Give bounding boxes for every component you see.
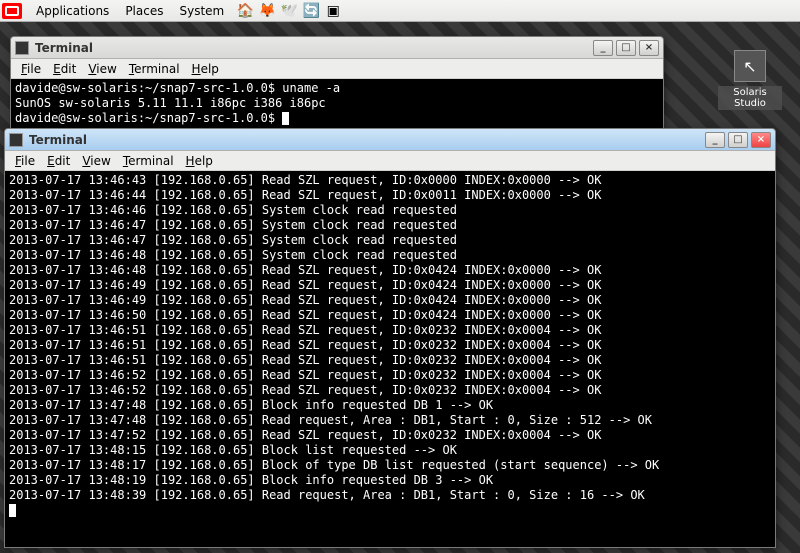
terminal-icon bbox=[9, 133, 23, 147]
home-icon[interactable]: 🏠 bbox=[236, 2, 254, 20]
desktop-icon-label: Solaris Studio bbox=[718, 86, 782, 110]
menu-view[interactable]: View bbox=[76, 154, 116, 168]
terminal-window-2: Terminal _ □ × File Edit View Terminal H… bbox=[4, 128, 776, 548]
terminal-output[interactable]: 2013-07-17 13:46:43 [192.168.0.65] Read … bbox=[5, 171, 775, 547]
menu-edit[interactable]: Edit bbox=[47, 62, 82, 76]
menu-file[interactable]: File bbox=[9, 154, 41, 168]
menu-help[interactable]: Help bbox=[186, 62, 225, 76]
menubar: File Edit View Terminal Help bbox=[5, 151, 775, 171]
menu-terminal[interactable]: Terminal bbox=[123, 62, 186, 76]
window-title: Terminal bbox=[29, 133, 87, 147]
terminal-icon bbox=[15, 41, 29, 55]
updater-icon[interactable]: 🔄 bbox=[302, 2, 320, 20]
panel-system[interactable]: System bbox=[171, 4, 232, 18]
menu-help[interactable]: Help bbox=[180, 154, 219, 168]
maximize-button[interactable]: □ bbox=[728, 132, 748, 148]
thunderbird-icon[interactable]: 🕊️ bbox=[280, 2, 298, 20]
minimize-button[interactable]: _ bbox=[705, 132, 725, 148]
cursor-icon: ↖ bbox=[734, 50, 766, 82]
titlebar[interactable]: Terminal _ □ × bbox=[5, 129, 775, 151]
firefox-icon[interactable]: 🦊 bbox=[258, 2, 276, 20]
desktop-icon-solaris-studio[interactable]: ↖ Solaris Studio bbox=[718, 50, 782, 110]
terminal-launcher-icon[interactable]: ▣ bbox=[324, 2, 342, 20]
titlebar[interactable]: Terminal _ □ × bbox=[11, 37, 663, 59]
menu-view[interactable]: View bbox=[82, 62, 122, 76]
menu-edit[interactable]: Edit bbox=[41, 154, 76, 168]
oracle-logo-icon bbox=[2, 3, 22, 19]
minimize-button[interactable]: _ bbox=[593, 40, 613, 56]
close-button[interactable]: × bbox=[751, 132, 771, 148]
panel-places[interactable]: Places bbox=[117, 4, 171, 18]
menubar: File Edit View Terminal Help bbox=[11, 59, 663, 79]
panel-applications[interactable]: Applications bbox=[28, 4, 117, 18]
top-panel: Applications Places System 🏠 🦊 🕊️ 🔄 ▣ bbox=[0, 0, 800, 22]
close-button[interactable]: × bbox=[639, 40, 659, 56]
window-title: Terminal bbox=[35, 41, 93, 55]
cursor bbox=[9, 504, 16, 517]
maximize-button[interactable]: □ bbox=[616, 40, 636, 56]
menu-terminal[interactable]: Terminal bbox=[117, 154, 180, 168]
menu-file[interactable]: File bbox=[15, 62, 47, 76]
cursor bbox=[282, 112, 289, 125]
